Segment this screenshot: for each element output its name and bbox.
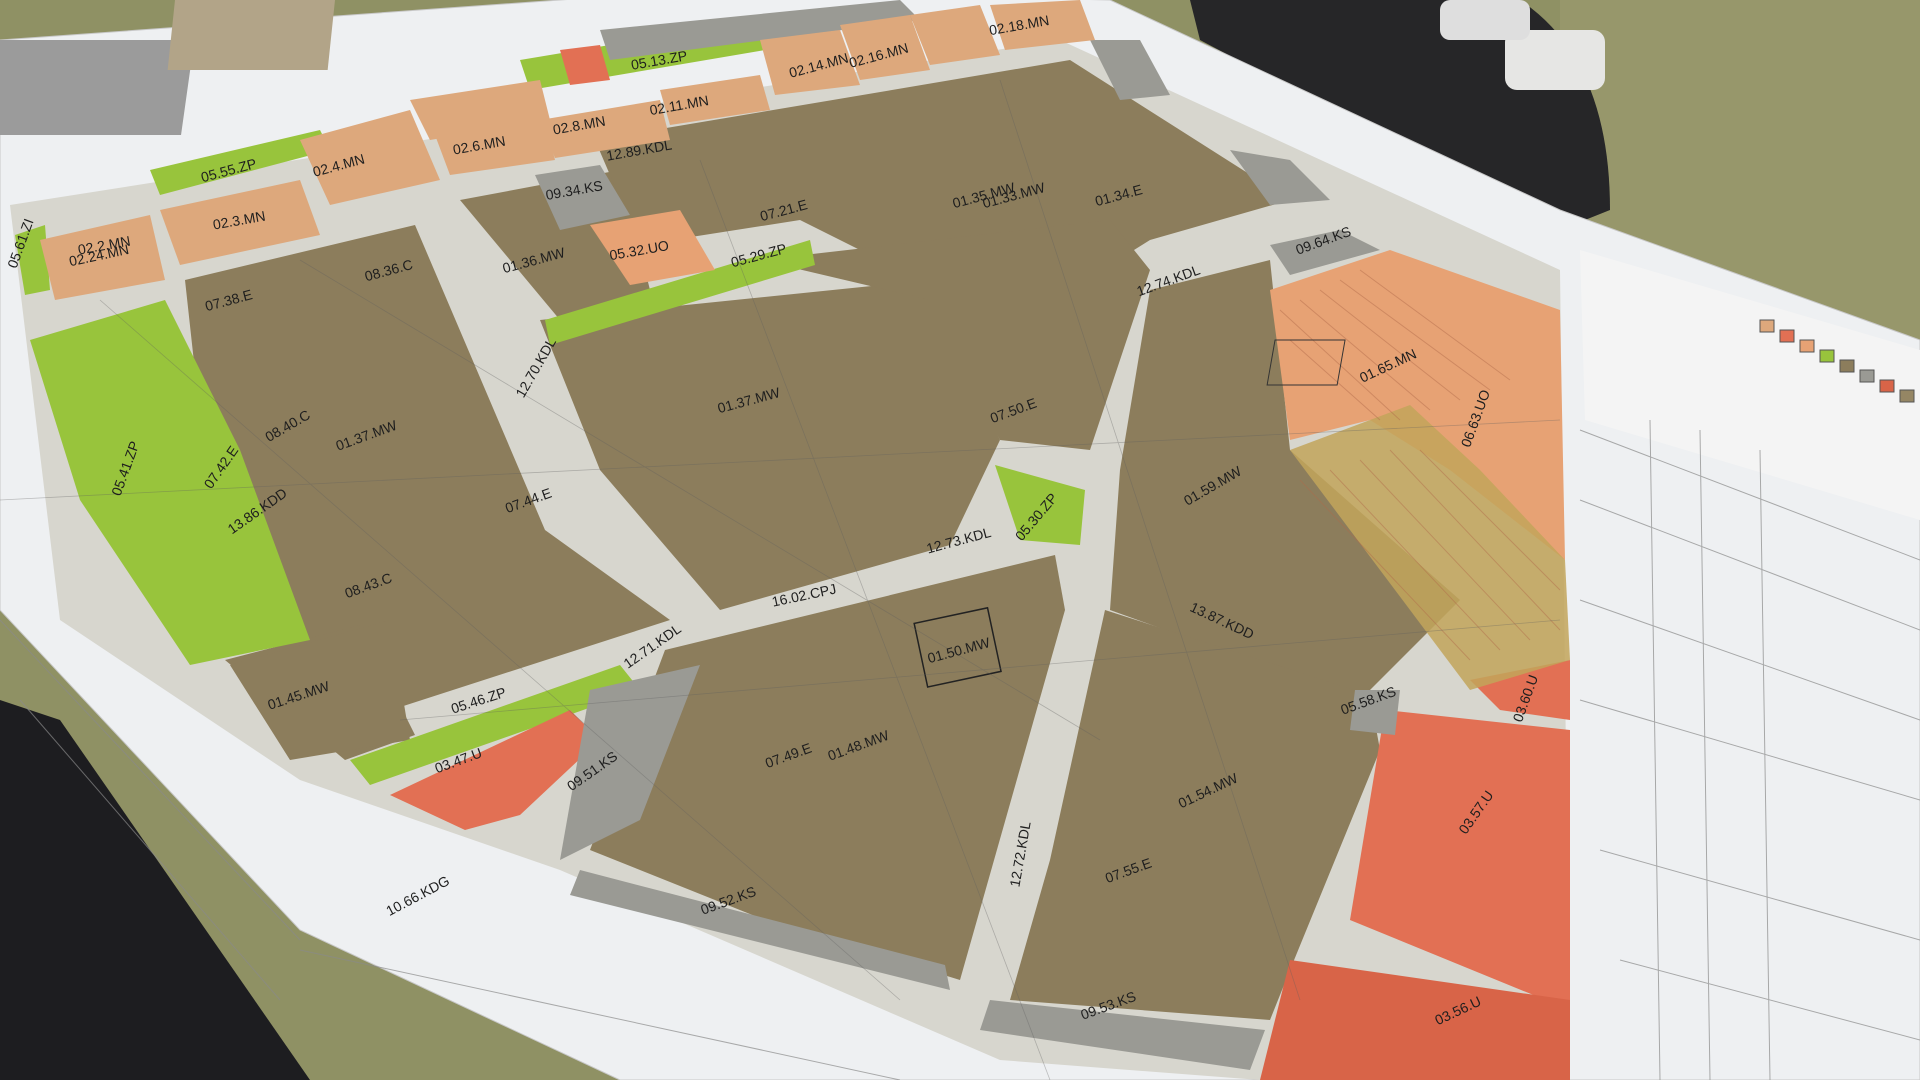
inset-map-1 [0,40,195,135]
legend-swatch [1819,349,1835,363]
legend-swatch [1779,329,1795,343]
legend-swatch [1899,389,1915,403]
table-background: 01.45.MW05.41.ZP 07.42.E13.86.KDD08.43.C0… [0,0,1920,1080]
legend-swatch [1879,379,1895,393]
legend-swatch [1839,359,1855,373]
photo-scene: 01.45.MW 05.41.ZP 07.42.E 13.86.KDD 08.43.C 0… [0,0,1920,1080]
legend-swatch [1759,319,1775,333]
legend-swatch [1799,339,1815,353]
inset-map-2 [167,0,335,70]
legend-swatch [1859,369,1875,383]
